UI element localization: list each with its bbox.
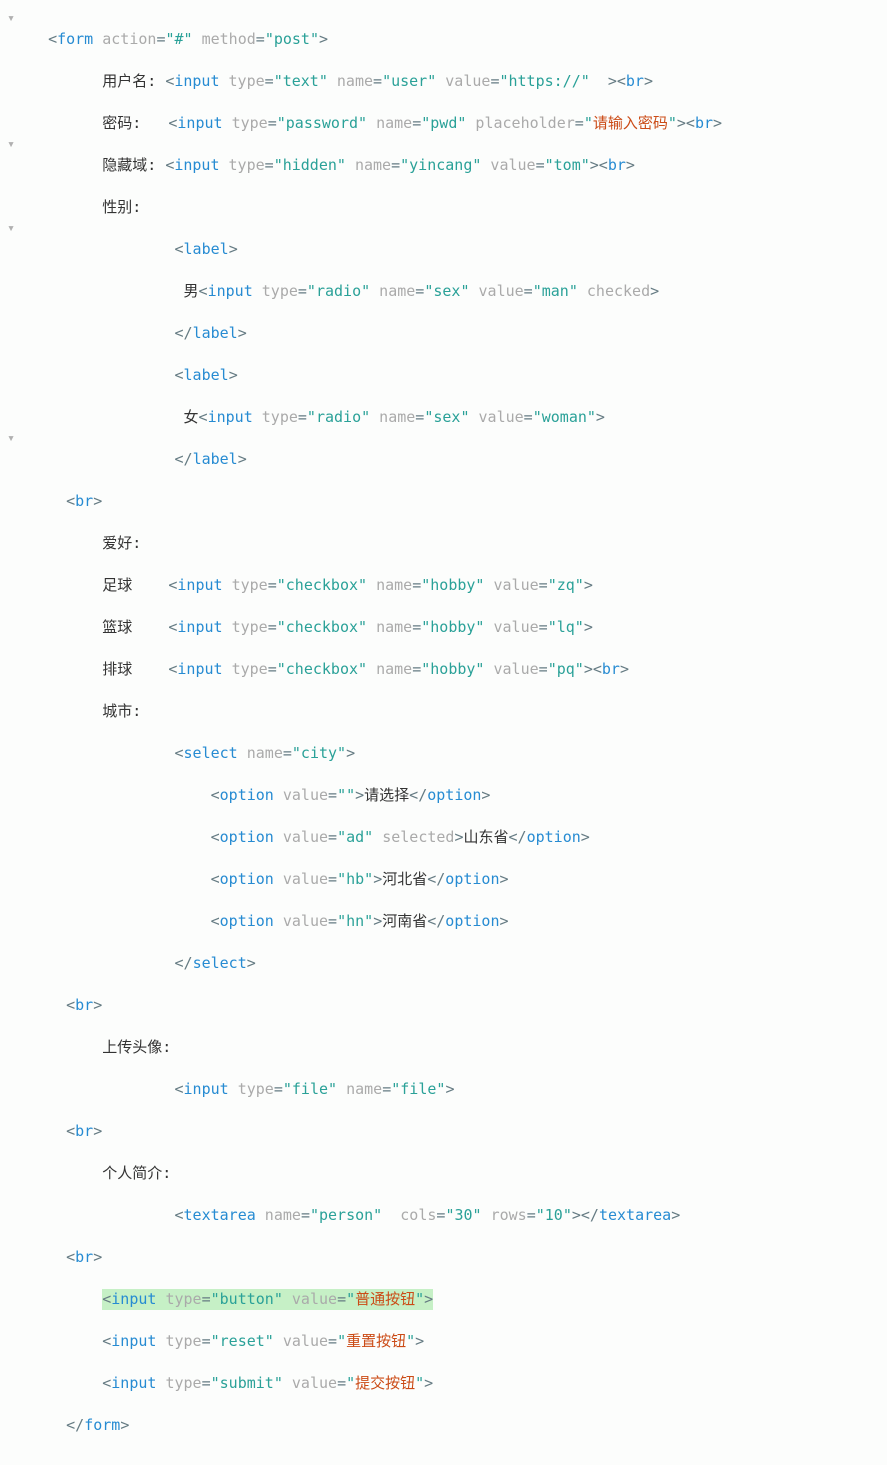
code-line[interactable]: 密码: <input type="password" name="pwd" pl… (30, 113, 887, 134)
code-line[interactable]: <input type="submit" value="提交按钮"> (30, 1373, 887, 1394)
code-line[interactable]: <label> (30, 365, 887, 386)
fold-marker[interactable]: ▾ (0, 8, 22, 29)
fold-marker[interactable]: ▾ (0, 218, 22, 239)
code-line[interactable]: <option value="hb">河北省</option> (30, 869, 887, 890)
code-line[interactable]: <label> (30, 239, 887, 260)
code-line[interactable]: 用户名: <input type="text" name="user" valu… (30, 71, 887, 92)
code-view[interactable]: <form action="#" method="post"> 用户名: <in… (30, 8, 887, 1457)
code-line[interactable]: 篮球 <input type="checkbox" name="hobby" v… (30, 617, 887, 638)
code-line[interactable]: 爱好: (30, 533, 887, 554)
code-line[interactable]: <textarea name="person" cols="30" rows="… (30, 1205, 887, 1226)
code-line[interactable]: <br> (30, 995, 887, 1016)
code-line[interactable]: <br> (30, 1121, 887, 1142)
code-line[interactable]: 男<input type="radio" name="sex" value="m… (30, 281, 887, 302)
code-line[interactable]: <br> (30, 491, 887, 512)
code-line[interactable]: <option value="ad" selected>山东省</option> (30, 827, 887, 848)
code-line[interactable]: 城市: (30, 701, 887, 722)
code-line[interactable]: 个人简介: (30, 1163, 887, 1184)
code-line[interactable]: <br> (30, 1247, 887, 1268)
fold-marker[interactable]: ▾ (0, 428, 22, 449)
code-line[interactable]: 女<input type="radio" name="sex" value="w… (30, 407, 887, 428)
code-line[interactable]: <option value="hn">河南省</option> (30, 911, 887, 932)
code-line[interactable]: <select name="city"> (30, 743, 887, 764)
code-line[interactable]: 排球 <input type="checkbox" name="hobby" v… (30, 659, 887, 680)
code-line[interactable]: </select> (30, 953, 887, 974)
code-line[interactable]: 隐藏域: <input type="hidden" name="yincang"… (30, 155, 887, 176)
code-line-highlighted[interactable]: <input type="button" value="普通按钮"> (30, 1289, 887, 1310)
code-line[interactable]: </label> (30, 323, 887, 344)
fold-gutter: ▾ ▾ ▾ ▾ (0, 8, 22, 449)
code-line[interactable]: <option value="">请选择</option> (30, 785, 887, 806)
code-line[interactable]: <form action="#" method="post"> (30, 29, 887, 50)
fold-marker[interactable]: ▾ (0, 134, 22, 155)
code-line[interactable]: 上传头像: (30, 1037, 887, 1058)
code-line[interactable]: </label> (30, 449, 887, 470)
code-line[interactable]: </form> (30, 1415, 887, 1436)
code-line[interactable]: 性别: (30, 197, 887, 218)
code-line[interactable]: <input type="reset" value="重置按钮"> (30, 1331, 887, 1352)
code-line[interactable]: 足球 <input type="checkbox" name="hobby" v… (30, 575, 887, 596)
code-line[interactable]: <input type="file" name="file"> (30, 1079, 887, 1100)
